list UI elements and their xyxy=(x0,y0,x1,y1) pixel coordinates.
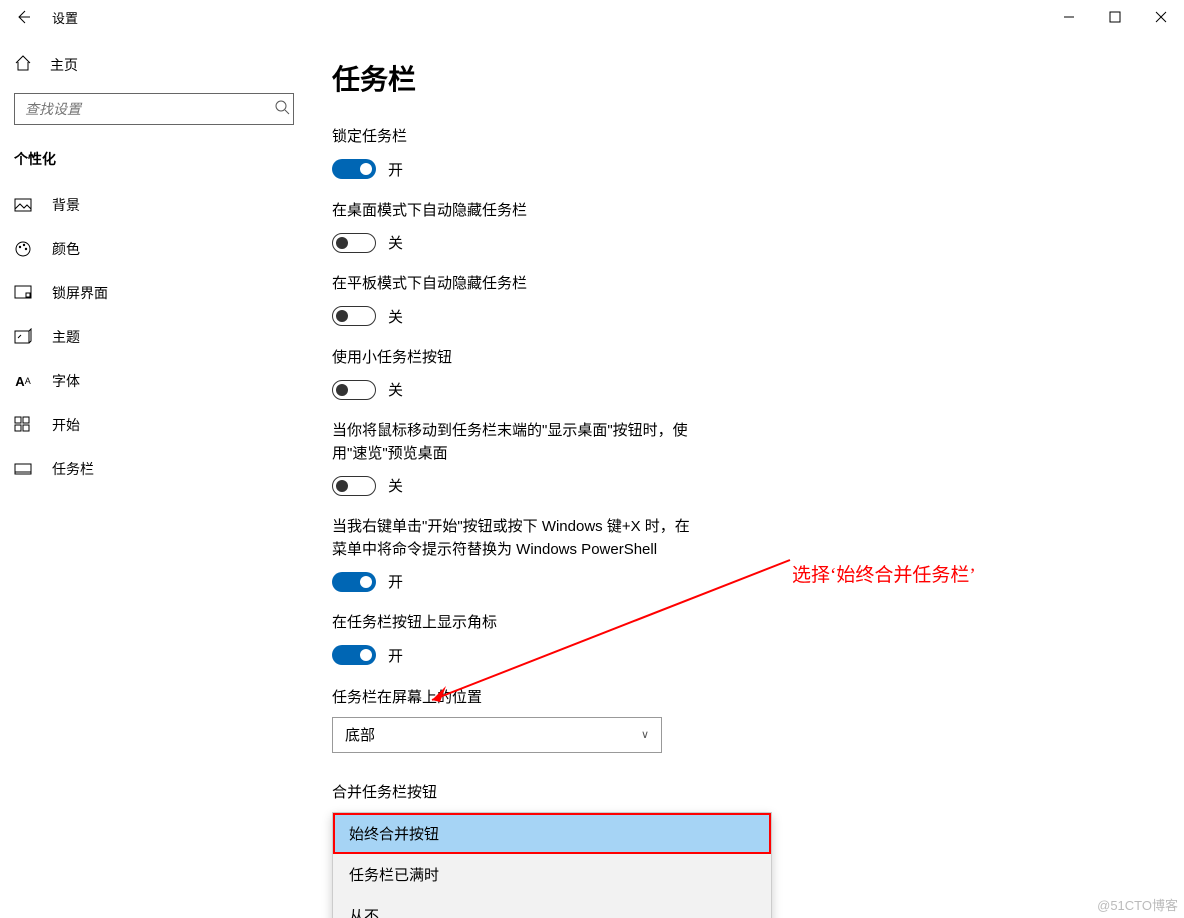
search-input[interactable] xyxy=(14,93,294,125)
setting-0: 锁定任务栏开 xyxy=(332,126,692,180)
toggle-state: 关 xyxy=(388,306,403,327)
sidebar-item-background[interactable]: 背景 xyxy=(0,183,312,227)
main-content: 任务栏 锁定任务栏开在桌面模式下自动隐藏任务栏关在平板模式下自动隐藏任务栏关使用… xyxy=(312,34,1184,918)
back-arrow-icon xyxy=(15,9,31,25)
lockscreen-icon xyxy=(14,284,32,302)
toggle-state: 关 xyxy=(388,475,403,496)
position-select[interactable]: 底部 ∨ xyxy=(332,717,662,753)
search-box[interactable] xyxy=(14,93,298,125)
sidebar-item-label: 锁屏界面 xyxy=(52,283,108,303)
toggle-state: 开 xyxy=(388,571,403,592)
toggle-knob xyxy=(360,576,372,588)
close-icon xyxy=(1155,11,1167,23)
position-value: 底部 xyxy=(345,724,375,745)
sidebar-item-label: 任务栏 xyxy=(52,459,94,479)
start-icon xyxy=(14,416,32,434)
maximize-button[interactable] xyxy=(1092,0,1138,34)
sidebar-item-start[interactable]: 开始 xyxy=(0,403,312,447)
setting-label: 锁定任务栏 xyxy=(332,126,692,149)
position-label: 任务栏在屏幕上的位置 xyxy=(332,686,1184,707)
setting-label: 在平板模式下自动隐藏任务栏 xyxy=(332,273,692,296)
minimize-icon xyxy=(1063,11,1075,23)
picture-icon xyxy=(14,196,32,214)
palette-icon xyxy=(14,240,32,258)
font-icon: AA xyxy=(14,372,32,390)
toggle-state: 开 xyxy=(388,645,403,666)
setting-label: 在桌面模式下自动隐藏任务栏 xyxy=(332,200,692,223)
sidebar-category: 个性化 xyxy=(0,143,312,183)
setting-5: 当我右键单击"开始"按钮或按下 Windows 键+X 时，在菜单中将命令提示符… xyxy=(332,516,692,592)
page-title: 任务栏 xyxy=(332,58,1184,98)
taskbar-icon xyxy=(14,460,32,478)
sidebar-item-themes[interactable]: 主题 xyxy=(0,315,312,359)
combine-dropdown: 始终合并按钮 任务栏已满时 从不 xyxy=(332,812,772,918)
setting-6: 在任务栏按钮上显示角标开 xyxy=(332,612,692,666)
annotation-text: 选择‘始终合并任务栏’ xyxy=(792,560,976,587)
watermark: @51CTO博客 xyxy=(1097,895,1178,914)
combine-option-always[interactable]: 始终合并按钮 xyxy=(333,813,771,854)
sidebar-home[interactable]: 主页 xyxy=(0,44,312,85)
maximize-icon xyxy=(1109,11,1121,23)
sidebar-nav: 背景 颜色 锁屏界面 主题 AA 字体 开始 xyxy=(0,183,312,491)
toggle-switch[interactable] xyxy=(332,233,376,253)
sidebar-item-label: 字体 xyxy=(52,371,80,391)
toggle-knob xyxy=(336,310,348,322)
home-icon xyxy=(14,54,32,75)
toggle-switch[interactable] xyxy=(332,476,376,496)
setting-1: 在桌面模式下自动隐藏任务栏关 xyxy=(332,200,692,254)
toggle-switch[interactable] xyxy=(332,159,376,179)
toggle-switch[interactable] xyxy=(332,380,376,400)
sidebar-item-label: 颜色 xyxy=(52,239,80,259)
setting-4: 当你将鼠标移动到任务栏末端的"显示桌面"按钮时，使用"速览"预览桌面关 xyxy=(332,420,692,496)
sidebar-item-lockscreen[interactable]: 锁屏界面 xyxy=(0,271,312,315)
sidebar-item-label: 背景 xyxy=(52,195,80,215)
sidebar-item-label: 主题 xyxy=(52,327,80,347)
setting-label: 当你将鼠标移动到任务栏末端的"显示桌面"按钮时，使用"速览"预览桌面 xyxy=(332,420,692,465)
setting-2: 在平板模式下自动隐藏任务栏关 xyxy=(332,273,692,327)
sidebar-home-label: 主页 xyxy=(50,55,78,75)
search-icon xyxy=(274,99,290,118)
theme-icon xyxy=(14,328,32,346)
toggle-state: 关 xyxy=(388,379,403,400)
toggle-switch[interactable] xyxy=(332,572,376,592)
setting-3: 使用小任务栏按钮关 xyxy=(332,347,692,401)
sidebar-item-fonts[interactable]: AA 字体 xyxy=(0,359,312,403)
toggle-switch[interactable] xyxy=(332,645,376,665)
setting-label: 使用小任务栏按钮 xyxy=(332,347,692,370)
toggle-knob xyxy=(336,237,348,249)
toggle-knob xyxy=(336,384,348,396)
setting-label: 在任务栏按钮上显示角标 xyxy=(332,612,692,635)
close-button[interactable] xyxy=(1138,0,1184,34)
sidebar: 主页 个性化 背景 颜色 锁屏界面 主题 xyxy=(0,34,312,918)
sidebar-item-taskbar[interactable]: 任务栏 xyxy=(0,447,312,491)
toggle-switch[interactable] xyxy=(332,306,376,326)
chevron-down-icon: ∨ xyxy=(641,728,649,741)
sidebar-item-label: 开始 xyxy=(52,415,80,435)
sidebar-item-colors[interactable]: 颜色 xyxy=(0,227,312,271)
toggle-state: 关 xyxy=(388,232,403,253)
minimize-button[interactable] xyxy=(1046,0,1092,34)
setting-label: 当我右键单击"开始"按钮或按下 Windows 键+X 时，在菜单中将命令提示符… xyxy=(332,516,692,561)
toggle-knob xyxy=(360,649,372,661)
toggle-state: 开 xyxy=(388,159,403,180)
back-button[interactable] xyxy=(14,8,32,26)
window-titlebar: 设置 xyxy=(0,0,1184,34)
toggle-knob xyxy=(360,163,372,175)
combine-label: 合并任务栏按钮 xyxy=(332,781,1184,802)
combine-option-full[interactable]: 任务栏已满时 xyxy=(333,854,771,895)
combine-option-never[interactable]: 从不 xyxy=(333,895,771,918)
toggle-knob xyxy=(336,480,348,492)
window-title: 设置 xyxy=(52,8,78,27)
